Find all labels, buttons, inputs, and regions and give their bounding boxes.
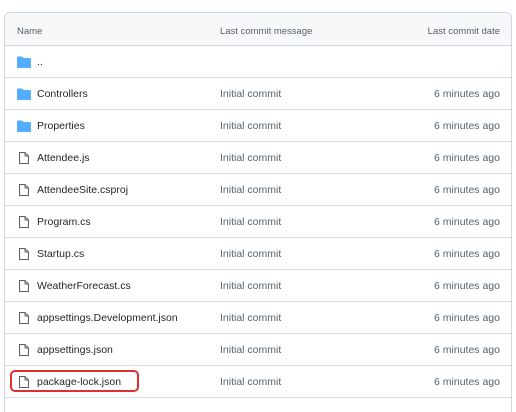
- file-icon: [19, 184, 29, 196]
- commit-date: 6 minutes ago: [434, 120, 500, 132]
- commit-message-link[interactable]: Initial commit: [220, 280, 281, 292]
- file-row[interactable]: Properties Initial commit 6 minutes ago: [5, 110, 511, 142]
- file-row[interactable]: WeatherForecast.cs Initial commit 6 minute…: [5, 270, 511, 302]
- commit-date: 6 minutes ago: [434, 152, 500, 164]
- file-icon: [19, 248, 29, 260]
- commit-date: 6 minutes ago: [434, 312, 500, 324]
- commit-date: 6 minutes ago: [434, 344, 500, 356]
- parent-directory-link[interactable]: ..: [37, 56, 43, 68]
- file-row[interactable]: Controllers Initial commit 6 minutes ago: [5, 78, 511, 110]
- commit-message-link[interactable]: Initial commit: [220, 88, 281, 100]
- file-name-link[interactable]: Program.cs: [37, 216, 91, 228]
- file-name-link[interactable]: package-lock.json: [37, 376, 121, 388]
- file-icon: [19, 312, 29, 324]
- file-icon: [19, 152, 29, 164]
- file-icon: [19, 216, 29, 228]
- commit-message-link[interactable]: Initial commit: [220, 120, 281, 132]
- file-name-link[interactable]: appsettings.Development.json: [37, 312, 178, 324]
- commit-message-link[interactable]: Initial commit: [220, 184, 281, 196]
- file-icon: [19, 344, 29, 356]
- file-row[interactable]: AttendeeSite.csproj Initial commit 6 minut…: [5, 174, 511, 206]
- file-name-link[interactable]: Controllers: [37, 88, 88, 100]
- commit-message-link[interactable]: Initial commit: [220, 344, 281, 356]
- file-name-link[interactable]: Properties: [37, 120, 85, 132]
- file-table: Name Last commit message Last commit dat…: [4, 12, 512, 412]
- file-row[interactable]: Program.cs Initial commit 6 minutes ago: [5, 206, 511, 238]
- commit-message-link[interactable]: Initial commit: [220, 248, 281, 260]
- file-icon: [19, 376, 29, 388]
- parent-directory-row[interactable]: ..: [5, 46, 511, 78]
- file-name-link[interactable]: WeatherForecast.cs: [37, 280, 131, 292]
- file-icon: [19, 280, 29, 292]
- commit-date: 6 minutes ago: [434, 376, 500, 388]
- commit-message-link[interactable]: Initial commit: [220, 216, 281, 228]
- folder-icon: [17, 56, 31, 68]
- file-name-link[interactable]: Attendee.js: [37, 152, 90, 164]
- file-row[interactable]: appsettings.json Initial commit 6 minutes …: [5, 334, 511, 366]
- commit-date: 6 minutes ago: [434, 184, 500, 196]
- file-name-link[interactable]: Startup.cs: [37, 248, 84, 260]
- commit-date: 6 minutes ago: [434, 88, 500, 100]
- file-name-link[interactable]: AttendeeSite.csproj: [37, 184, 128, 196]
- folder-icon: [17, 88, 31, 100]
- file-row[interactable]: Attendee.js Initial commit 6 minutes ago: [5, 142, 511, 174]
- commit-date: 6 minutes ago: [434, 216, 500, 228]
- column-header-message: Last commit message: [220, 26, 313, 37]
- commit-date: 6 minutes ago: [434, 248, 500, 260]
- file-row[interactable]: Startup.cs Initial commit 6 minutes ago: [5, 238, 511, 270]
- file-row[interactable]: appsettings.Development.json Initial comm…: [5, 302, 511, 334]
- column-header-name[interactable]: Name: [17, 26, 42, 37]
- commit-message-link[interactable]: Initial commit: [220, 376, 281, 388]
- commit-message-link[interactable]: Initial commit: [220, 312, 281, 324]
- commit-date: 6 minutes ago: [434, 280, 500, 292]
- file-row[interactable]: package-lock.json Initial commit 6 minutes…: [5, 366, 511, 398]
- folder-icon: [17, 120, 31, 132]
- file-name-link[interactable]: appsettings.json: [37, 344, 113, 356]
- commit-message-link[interactable]: Initial commit: [220, 152, 281, 164]
- column-header-date: Last commit date: [427, 26, 500, 37]
- table-header: Name Last commit message Last commit dat…: [5, 13, 511, 46]
